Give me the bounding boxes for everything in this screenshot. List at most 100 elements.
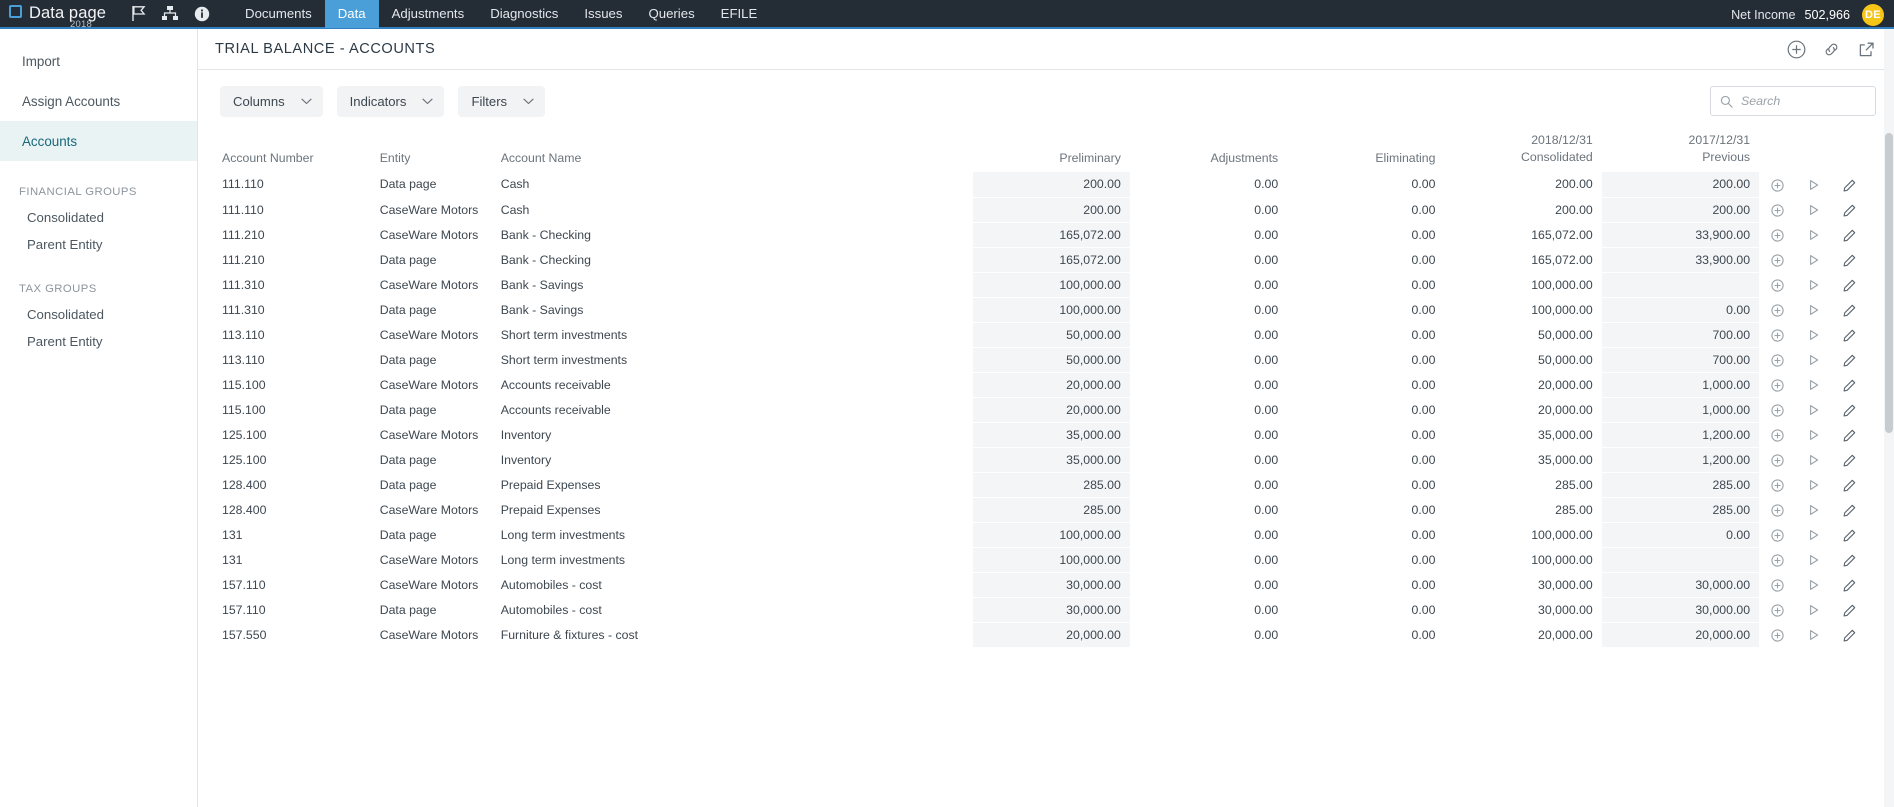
row-action-edit[interactable] [1832,397,1868,422]
indicators-dropdown-button[interactable]: Indicators [337,86,445,117]
row-action-run[interactable] [1795,447,1831,472]
table-row[interactable]: 157.110CaseWare MotorsAutomobiles - cost… [220,572,1868,597]
row-action-edit[interactable] [1832,322,1868,347]
row-action-edit[interactable] [1832,447,1868,472]
row-action-add[interactable] [1759,497,1795,522]
col-header-entity[interactable]: Entity [380,132,501,172]
row-action-edit[interactable] [1832,172,1868,197]
row-action-edit[interactable] [1832,597,1868,622]
col-header-account-number[interactable]: Account Number [220,132,380,172]
add-circle-icon[interactable] [1771,329,1784,342]
nav-tab-diagnostics[interactable]: Diagnostics [477,0,571,28]
cell-adjustments[interactable]: 0.00 [1130,622,1287,647]
flag-icon[interactable] [122,0,154,28]
col-header-eliminating[interactable]: Eliminating [1287,132,1444,172]
cell-eliminating[interactable]: 0.00 [1287,422,1444,447]
row-action-run[interactable] [1795,197,1831,222]
cell-previous[interactable]: 285.00 [1602,472,1759,497]
edit-pencil-icon[interactable] [1843,604,1856,617]
sidebar-item-tax-consolidated[interactable]: Consolidated [0,301,197,328]
row-action-run[interactable] [1795,497,1831,522]
table-row[interactable]: 111.110CaseWare MotorsCash200.000.000.00… [220,197,1868,222]
table-row[interactable]: 111.210Data pageBank - Checking165,072.0… [220,247,1868,272]
search-input[interactable] [1741,94,1866,108]
row-action-edit[interactable] [1832,197,1868,222]
cell-eliminating[interactable]: 0.00 [1287,597,1444,622]
cell-preliminary[interactable]: 100,000.00 [973,547,1130,572]
play-icon[interactable] [1808,179,1820,191]
table-row[interactable]: 131CaseWare MotorsLong term investments1… [220,547,1868,572]
cell-previous[interactable] [1602,272,1759,297]
row-action-edit[interactable] [1832,347,1868,372]
cell-previous[interactable] [1602,547,1759,572]
row-action-run[interactable] [1795,347,1831,372]
cell-preliminary[interactable]: 30,000.00 [973,597,1130,622]
cell-adjustments[interactable]: 0.00 [1130,422,1287,447]
cell-eliminating[interactable]: 0.00 [1287,272,1444,297]
info-icon[interactable] [186,0,218,28]
open-external-icon[interactable] [1857,40,1876,59]
row-action-edit[interactable] [1832,372,1868,397]
play-icon[interactable] [1808,529,1820,541]
play-icon[interactable] [1808,354,1820,366]
cell-adjustments[interactable]: 0.00 [1130,472,1287,497]
edit-pencil-icon[interactable] [1843,429,1856,442]
col-header-adjustments[interactable]: Adjustments [1130,132,1287,172]
play-icon[interactable] [1808,604,1820,616]
cell-preliminary[interactable]: 100,000.00 [973,297,1130,322]
cell-adjustments[interactable]: 0.00 [1130,347,1287,372]
add-circle-icon[interactable] [1787,40,1806,59]
row-action-run[interactable] [1795,222,1831,247]
row-action-add[interactable] [1759,572,1795,597]
row-action-run[interactable] [1795,297,1831,322]
sidebar-item-assign-accounts[interactable]: Assign Accounts [0,81,197,121]
play-icon[interactable] [1808,404,1820,416]
nav-tab-queries[interactable]: Queries [635,0,707,28]
cell-preliminary[interactable]: 20,000.00 [973,397,1130,422]
cell-preliminary[interactable]: 200.00 [973,197,1130,222]
avatar[interactable]: DE [1862,4,1884,26]
row-action-run[interactable] [1795,472,1831,497]
add-circle-icon[interactable] [1771,179,1784,192]
cell-adjustments[interactable]: 0.00 [1130,397,1287,422]
edit-pencil-icon[interactable] [1843,554,1856,567]
row-action-add[interactable] [1759,172,1795,197]
table-row[interactable]: 131Data pageLong term investments100,000… [220,522,1868,547]
cell-preliminary[interactable]: 50,000.00 [973,347,1130,372]
cell-previous[interactable]: 33,900.00 [1602,247,1759,272]
sidebar-item-import[interactable]: Import [0,41,197,81]
row-action-edit[interactable] [1832,422,1868,447]
row-action-run[interactable] [1795,572,1831,597]
add-circle-icon[interactable] [1771,204,1784,217]
cell-adjustments[interactable]: 0.00 [1130,322,1287,347]
cell-preliminary[interactable]: 285.00 [973,497,1130,522]
nav-tab-documents[interactable]: Documents [232,0,325,28]
cell-preliminary[interactable]: 200.00 [973,172,1130,197]
edit-pencil-icon[interactable] [1843,229,1856,242]
row-action-add[interactable] [1759,222,1795,247]
play-icon[interactable] [1808,279,1820,291]
cell-previous[interactable]: 20,000.00 [1602,622,1759,647]
row-action-run[interactable] [1795,397,1831,422]
row-action-add[interactable] [1759,197,1795,222]
play-icon[interactable] [1808,554,1820,566]
cell-adjustments[interactable]: 0.00 [1130,222,1287,247]
cell-adjustments[interactable]: 0.00 [1130,247,1287,272]
play-icon[interactable] [1808,254,1820,266]
edit-pencil-icon[interactable] [1843,204,1856,217]
row-action-add[interactable] [1759,247,1795,272]
cell-preliminary[interactable]: 50,000.00 [973,322,1130,347]
edit-pencil-icon[interactable] [1843,254,1856,267]
add-circle-icon[interactable] [1771,504,1784,517]
play-icon[interactable] [1808,629,1820,641]
table-row[interactable]: 111.110Data pageCash200.000.000.00200.00… [220,172,1868,197]
nav-tab-data[interactable]: Data [325,0,379,28]
add-circle-icon[interactable] [1771,579,1784,592]
edit-pencil-icon[interactable] [1843,279,1856,292]
play-icon[interactable] [1808,304,1820,316]
row-action-run[interactable] [1795,522,1831,547]
cell-preliminary[interactable]: 30,000.00 [973,572,1130,597]
table-row[interactable]: 115.100CaseWare MotorsAccounts receivabl… [220,372,1868,397]
cell-eliminating[interactable]: 0.00 [1287,222,1444,247]
table-row[interactable]: 111.310Data pageBank - Savings100,000.00… [220,297,1868,322]
